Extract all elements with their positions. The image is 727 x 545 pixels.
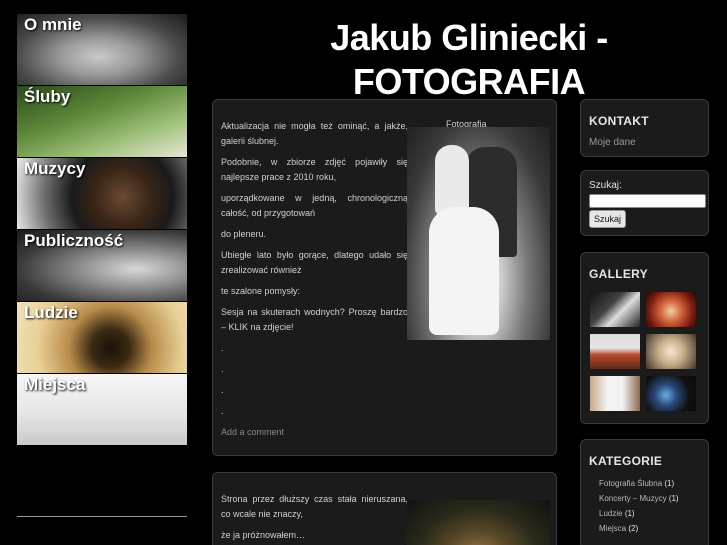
post-paragraph: Sesja na skuterach wodnych? Proszę bardz… (221, 307, 408, 332)
nav-item-ludzie[interactable]: Ludzie (17, 302, 187, 373)
gallery-widget: GALLERY (580, 252, 709, 424)
category-count: (2) (628, 524, 639, 533)
category-count: (1) (624, 509, 635, 518)
category-item[interactable]: Ludzie (1) (599, 506, 679, 521)
category-name[interactable]: Fotografia Ślubna (599, 479, 662, 488)
nav-item-sluby[interactable]: Śluby (17, 86, 187, 157)
widget-title: KATEGORIE (589, 454, 663, 468)
categories-widget: KATEGORIE Fotografia Ślubna (1) Koncerty… (580, 439, 709, 545)
category-count: (1) (668, 494, 679, 503)
post-paragraph: Strona przez dłuższy czas stała nierusza… (221, 494, 408, 519)
wedding-photo[interactable] (407, 127, 550, 340)
post-paragraph: Podobnie, w zbiorze zdjęć pojawiły się n… (221, 157, 408, 182)
category-item[interactable]: Fotografia Ślubna (1) (599, 476, 679, 491)
category-item[interactable]: Miejsca (2) (599, 521, 679, 536)
photo-figure-bride (435, 145, 469, 215)
site-title[interactable]: Jakub Gliniecki - FOTOGRAFIA (214, 16, 724, 104)
gallery-thumbnail[interactable] (646, 334, 696, 369)
post-paragraph: . (221, 406, 224, 416)
nav-label-publicznosc: Publiczność (24, 231, 124, 250)
gallery-thumbnail[interactable] (590, 376, 640, 411)
category-name[interactable]: Koncerty – Muzycy (599, 494, 667, 503)
post-body: Strona przez dłuższy czas stała nierusza… (221, 492, 408, 545)
post-paragraph: że ja próżnowałem… (221, 530, 306, 540)
gallery-thumbnail[interactable] (646, 376, 696, 411)
widget-title: GALLERY (589, 267, 648, 281)
gallery-thumbnail[interactable] (590, 334, 640, 369)
gallery-thumbnail[interactable] (646, 292, 696, 327)
nav-label-o-mnie: O mnie (24, 15, 82, 34)
gallery-thumbnail[interactable] (590, 292, 640, 327)
site-title-line2: FOTOGRAFIA (352, 61, 586, 102)
nav-label-ludzie: Ludzie (24, 303, 78, 322)
search-widget: Szukaj: Szukaj (580, 170, 709, 236)
post-paragraph: te szalone pomysły: (221, 286, 301, 296)
search-button[interactable]: Szukaj (589, 210, 627, 228)
nav-item-muzycy[interactable]: Muzycy (17, 158, 187, 229)
widget-title: KONTAKT (589, 114, 649, 128)
category-list: Fotografia Ślubna (1) Koncerty – Muzycy … (599, 476, 679, 536)
blog-post: Aktualizacja nie mogła też ominąć, a jak… (212, 99, 557, 456)
add-comment-link[interactable]: Add a comment (221, 425, 408, 440)
contact-widget: KONTAKT Moje dane (580, 99, 709, 157)
site-title-line1: Jakub Gliniecki - (330, 17, 608, 58)
post-body: Aktualizacja nie mogła też ominąć, a jak… (221, 119, 408, 446)
search-input[interactable] (589, 194, 706, 208)
search-label: Szukaj: (589, 180, 622, 191)
category-name[interactable]: Miejsca (599, 524, 626, 533)
nav-item-publicznosc[interactable]: Publiczność (17, 230, 187, 301)
category-count: (1) (664, 479, 675, 488)
post-paragraph: uporządkowane w jedną, chronologiczną ca… (221, 193, 408, 218)
blog-post: Strona przez dłuższy czas stała nierusza… (212, 472, 557, 545)
nav-label-sluby: Śluby (24, 87, 71, 106)
post-paragraph: . (221, 385, 224, 395)
concert-photo[interactable] (407, 500, 550, 545)
category-item[interactable]: Koncerty – Muzycy (1) (599, 491, 679, 506)
contact-link[interactable]: Moje dane (589, 137, 636, 148)
post-paragraph: . (221, 364, 224, 374)
post-paragraph: . (221, 343, 224, 353)
post-paragraph: Ubiegłe lato było gorące, dlatego udało … (221, 250, 408, 275)
nav-divider (17, 516, 187, 517)
photo-nav-menu: O mnie Śluby Muzycy Publiczność Ludzie M… (17, 14, 187, 446)
nav-label-muzycy: Muzycy (24, 159, 86, 178)
photo-figure-girl (429, 207, 499, 335)
nav-label-miejsca: Miejsca (24, 375, 86, 394)
nav-item-miejsca[interactable]: Miejsca (17, 374, 187, 445)
post-paragraph: do pleneru. (221, 229, 267, 239)
gallery-grid (590, 292, 702, 411)
category-name[interactable]: Ludzie (599, 509, 623, 518)
nav-item-o-mnie[interactable]: O mnie (17, 14, 187, 85)
post-paragraph: Aktualizacja nie mogła też ominąć, a jak… (221, 121, 408, 146)
